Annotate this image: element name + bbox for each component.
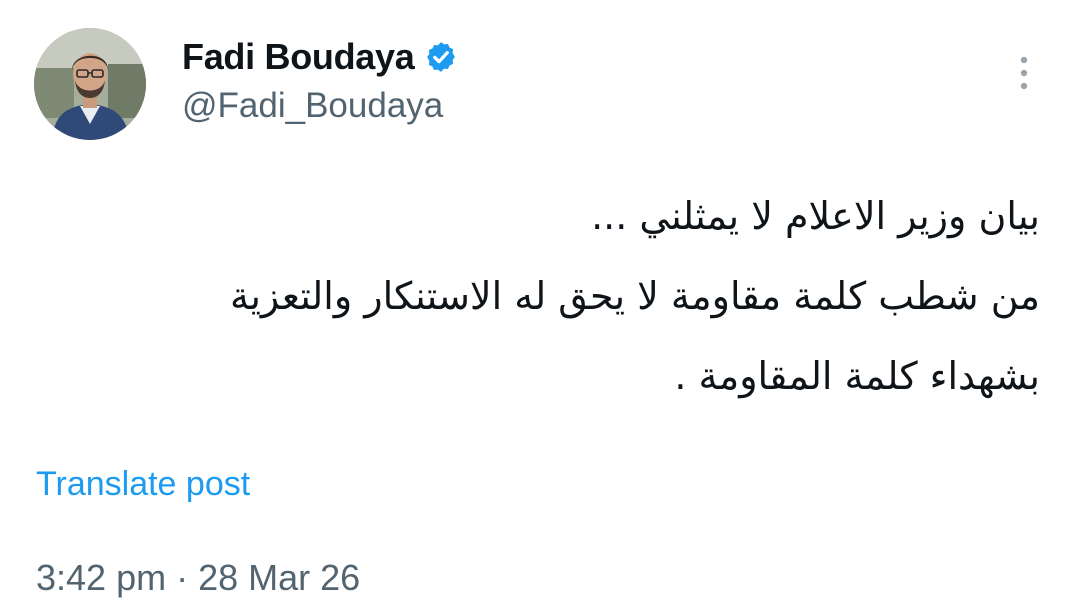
translate-post-link[interactable]: Translate post (36, 462, 250, 506)
verified-badge-icon[interactable] (424, 40, 458, 74)
avatar[interactable] (34, 28, 146, 140)
tweet-line-1: بيان وزير الاعلام لا يمثلني ... (591, 194, 1040, 238)
tweet-line-2: من شطب كلمة مقاومة لا يحق له الاستنكار و… (229, 274, 1040, 318)
tweet-text: بيان وزير الاعلام لا يمثلني ... من شطب ك… (40, 176, 1040, 416)
more-options-button[interactable] (1010, 52, 1038, 94)
tweet-line-3: بشهداء كلمة المقاومة . (674, 354, 1040, 398)
profile-photo (34, 28, 146, 140)
post-timestamp[interactable]: 3:42 pm · 28 Mar 26 (36, 555, 360, 601)
more-vertical-icon (1020, 56, 1028, 90)
author-name-row: Fadi Boudaya (182, 34, 458, 80)
display-name[interactable]: Fadi Boudaya (182, 34, 415, 80)
user-handle[interactable]: @Fadi_Boudaya (182, 84, 443, 128)
